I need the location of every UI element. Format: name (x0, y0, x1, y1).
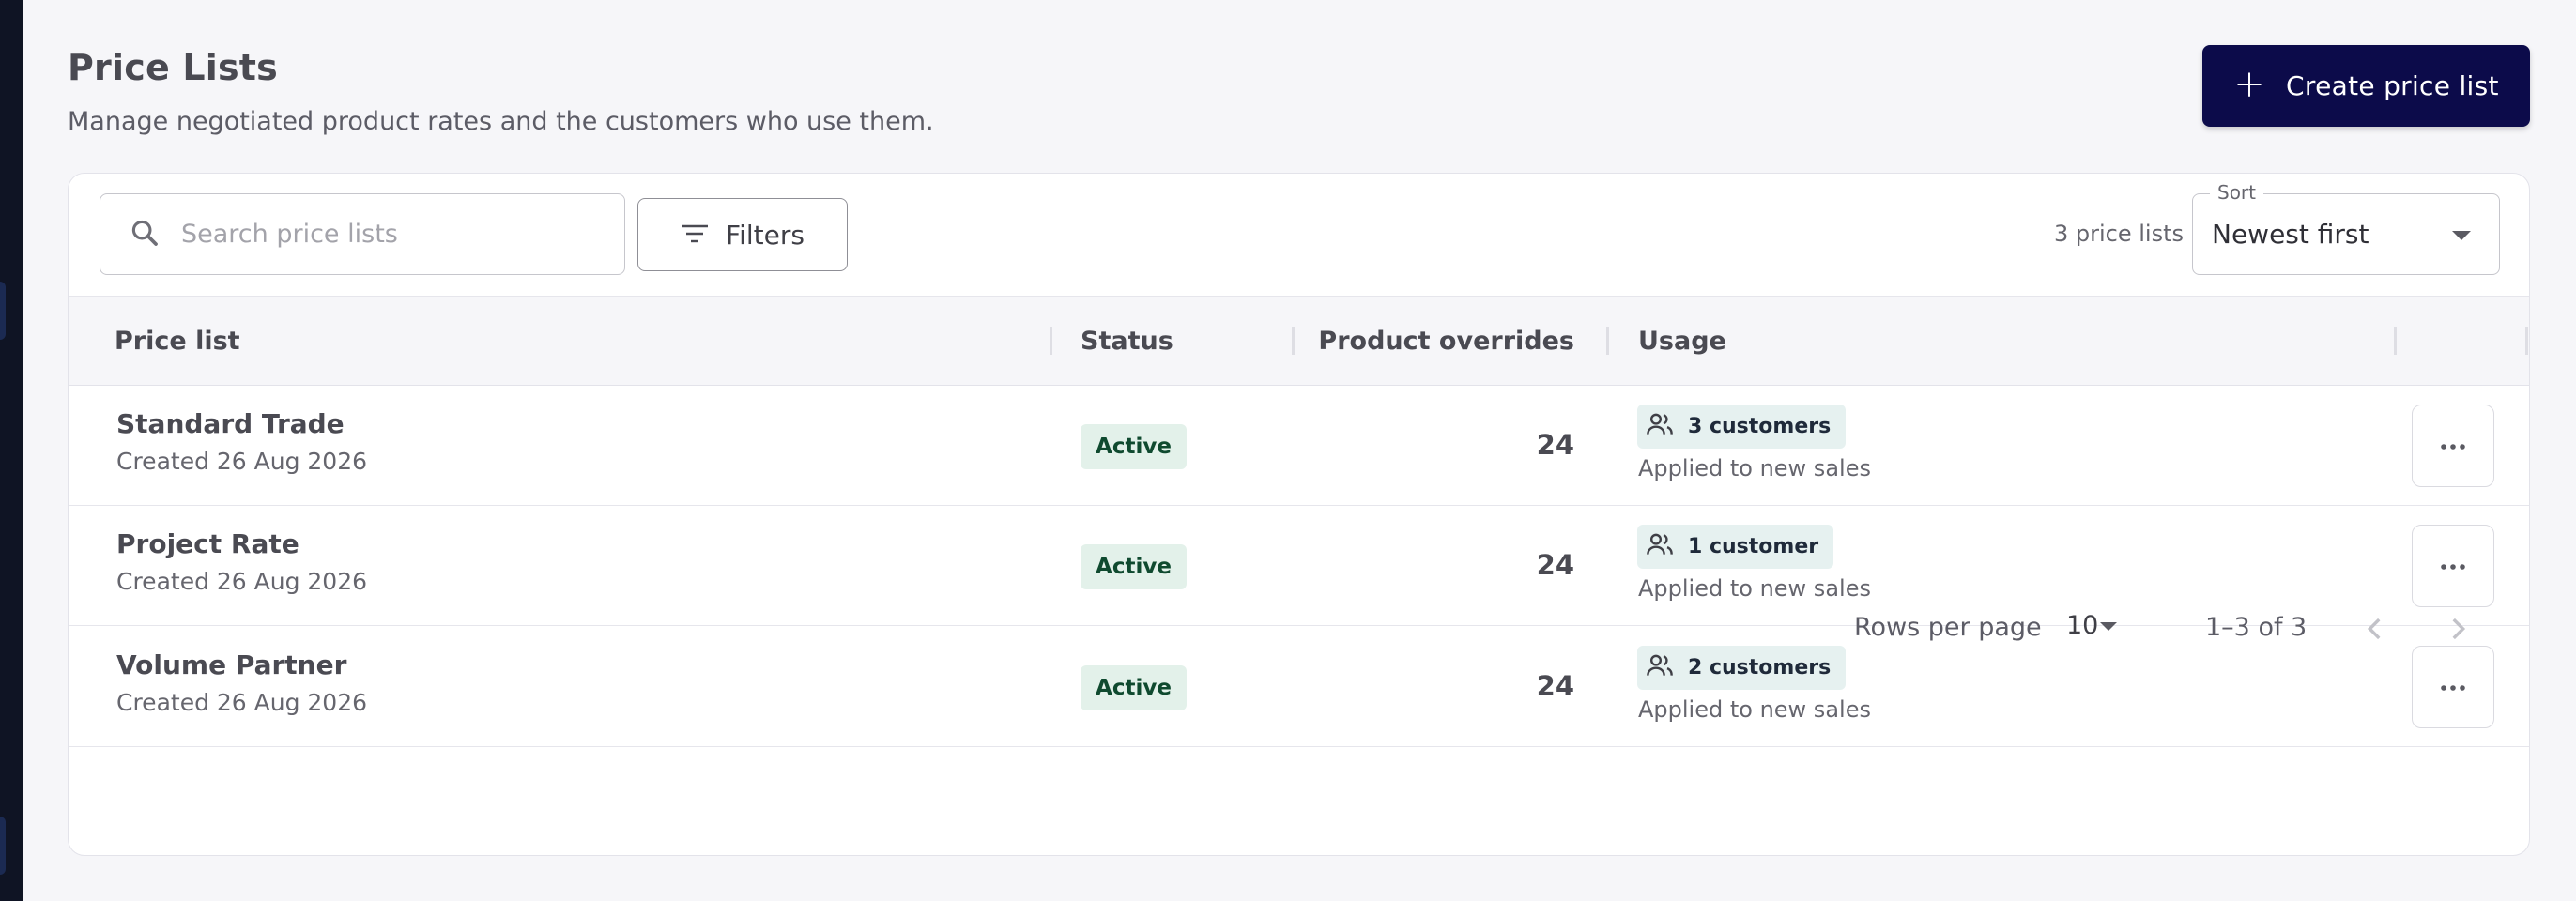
usage-customers-label: 2 customers (1688, 656, 1832, 680)
usage-customers-label: 1 customer (1688, 535, 1819, 558)
status-badge: Active (1081, 544, 1187, 589)
sidebar-marker (0, 817, 6, 875)
app-sidebar-edge (0, 0, 23, 901)
result-count: 3 price lists (2053, 221, 2184, 247)
sort-select[interactable]: Sort Newest first (2192, 181, 2500, 275)
filter-icon (681, 220, 709, 251)
column-header-price-list[interactable]: Price list (115, 327, 240, 356)
column-separator (2394, 327, 2397, 355)
column-separator (1292, 327, 1295, 355)
rows-per-page-value: 10 (2066, 611, 2099, 640)
column-separator (2525, 327, 2528, 355)
search-icon (129, 217, 161, 252)
more-horizontal-icon (2439, 557, 2467, 575)
created-date: Created 26 Aug 2026 (116, 689, 368, 716)
users-icon (1645, 650, 1675, 686)
sidebar-active-marker (0, 282, 6, 340)
table-header: Price list Status Product overrides Usag… (69, 296, 2529, 386)
caret-down-icon (2100, 622, 2118, 631)
table-row[interactable]: Standard Trade Created 26 Aug 2026 Activ… (69, 386, 2529, 506)
chevron-right-icon (2442, 618, 2474, 649)
row-actions-button[interactable] (2412, 525, 2494, 607)
users-icon (1645, 409, 1675, 445)
price-list-name[interactable]: Project Rate (116, 528, 299, 559)
usage-note: Applied to new sales (1638, 455, 1871, 481)
rows-per-page-label: Rows per page (1854, 613, 2042, 642)
product-overrides-count: 24 (1536, 549, 1574, 581)
usage-customers-label: 3 customers (1688, 415, 1832, 438)
row-actions-button[interactable] (2412, 405, 2494, 487)
usage-customers-chip[interactable]: 2 customers (1637, 646, 1847, 690)
search-field[interactable] (100, 193, 625, 275)
table-row[interactable]: Volume Partner Created 26 Aug 2026 Activ… (69, 627, 2529, 747)
usage-customers-chip[interactable]: 1 customer (1637, 525, 1834, 569)
created-date: Created 26 Aug 2026 (116, 448, 368, 475)
create-price-list-button[interactable]: + Create price list (2202, 45, 2530, 127)
rows-per-page-select[interactable]: 10 (2066, 611, 2118, 640)
usage-customers-chip[interactable]: 3 customers (1637, 405, 1847, 449)
status-badge: Active (1081, 665, 1187, 710)
search-input[interactable] (181, 220, 594, 249)
table-row[interactable]: Project Rate Created 26 Aug 2026 Active … (69, 506, 2529, 626)
product-overrides-count: 24 (1536, 429, 1574, 461)
filters-label: Filters (726, 219, 805, 251)
create-price-list-label: Create price list (2286, 70, 2499, 101)
pagination-range: 1–3 of 3 (2205, 613, 2308, 642)
product-overrides-count: 24 (1536, 670, 1574, 702)
row-actions-button[interactable] (2412, 646, 2494, 728)
users-icon (1645, 529, 1675, 565)
more-horizontal-icon (2439, 679, 2467, 696)
next-page-button[interactable] (2442, 613, 2474, 645)
column-separator (1606, 327, 1609, 355)
column-header-status[interactable]: Status (1081, 327, 1173, 356)
created-date: Created 26 Aug 2026 (116, 568, 368, 595)
price-lists-card: Filters 3 price lists Sort Newest first … (68, 173, 2530, 856)
price-list-name[interactable]: Volume Partner (116, 649, 346, 680)
more-horizontal-icon (2439, 437, 2467, 455)
page-title: Price Lists (68, 47, 278, 88)
usage-note: Applied to new sales (1638, 696, 1871, 723)
plus-icon: + (2233, 62, 2266, 106)
sort-value: Newest first (2212, 219, 2369, 250)
usage-note: Applied to new sales (1638, 575, 1871, 602)
column-header-product-overrides[interactable]: Product overrides (1318, 327, 1574, 356)
chevron-left-icon (2359, 618, 2391, 649)
sort-label: Sort (2210, 181, 2263, 204)
filters-button[interactable]: Filters (637, 198, 848, 271)
previous-page-button[interactable] (2359, 613, 2391, 645)
column-separator (1050, 327, 1052, 355)
status-badge: Active (1081, 424, 1187, 469)
column-header-usage[interactable]: Usage (1638, 327, 1726, 356)
page-subtitle: Manage negotiated product rates and the … (68, 107, 934, 136)
price-list-name[interactable]: Standard Trade (116, 408, 345, 439)
caret-down-icon (2452, 231, 2471, 240)
